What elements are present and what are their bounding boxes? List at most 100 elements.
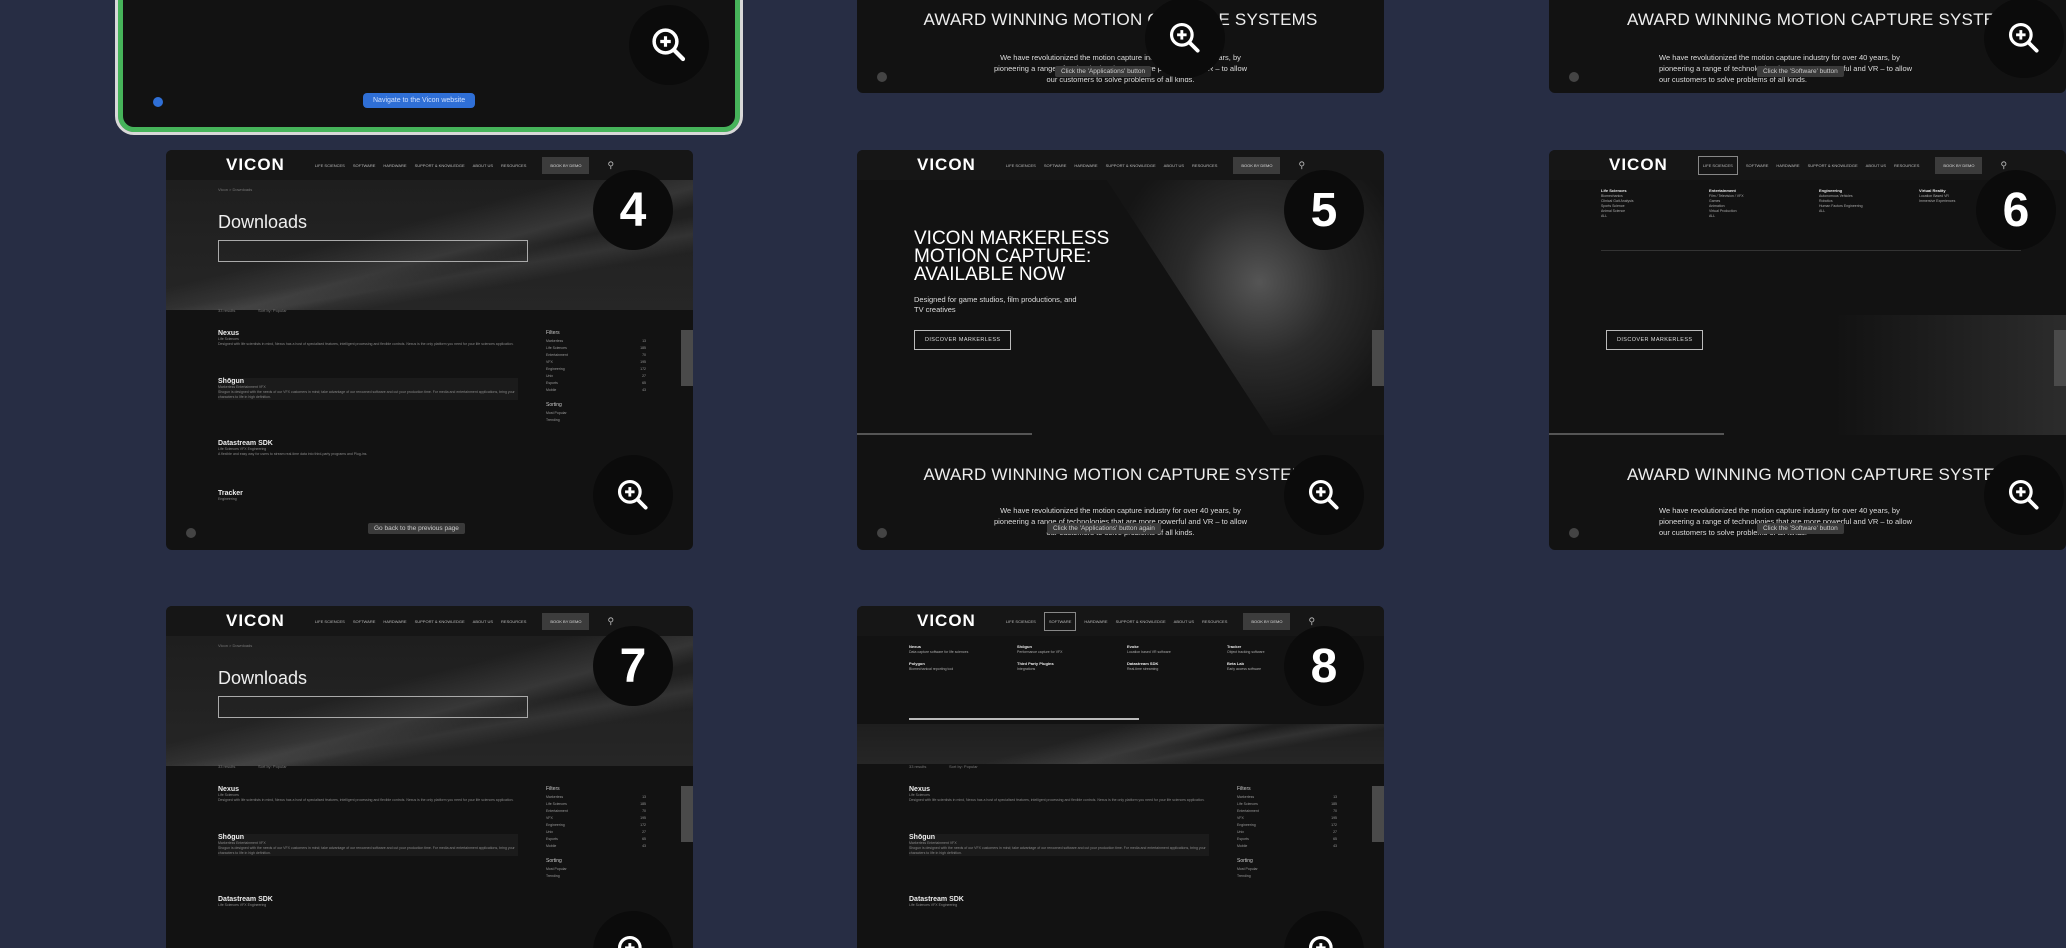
nav-item-active[interactable]: Software bbox=[1043, 611, 1077, 631]
demo-button[interactable]: Book By Demo bbox=[542, 612, 590, 630]
product-item[interactable]: Nexus Life Sciences Designed with life s… bbox=[218, 786, 518, 803]
filter-option[interactable]: Esports 65 bbox=[546, 381, 646, 385]
zoom-in-button[interactable] bbox=[629, 5, 709, 85]
nav-item[interactable]: About Us bbox=[1866, 163, 1886, 168]
filter-option[interactable]: Unix 27 bbox=[546, 374, 646, 378]
screenshot-card-6[interactable]: VICON Life Sciences Software Hardware Su… bbox=[1549, 150, 2066, 550]
megamenu-link[interactable]: Early access software bbox=[1227, 667, 1265, 672]
filter-option[interactable]: VFX 195 bbox=[1237, 816, 1337, 820]
zoom-in-button[interactable] bbox=[593, 455, 673, 535]
sorting-option[interactable]: Trending bbox=[546, 418, 646, 422]
megamenu-link[interactable]: Object tracking software bbox=[1227, 650, 1265, 655]
megamenu-column[interactable]: Virtual Reality Location Based VR Immers… bbox=[1919, 188, 1955, 204]
megamenu-link[interactable]: Location based VR software bbox=[1127, 650, 1171, 655]
filter-option[interactable]: Life Sciences 185 bbox=[1237, 802, 1337, 806]
nav-item[interactable]: Software bbox=[353, 163, 376, 168]
nav-item[interactable]: About Us bbox=[473, 163, 493, 168]
megamenu-column[interactable]: Tracker Object tracking software Beta La… bbox=[1227, 644, 1265, 672]
get-in-touch-tab[interactable] bbox=[1372, 330, 1384, 386]
zoom-in-button[interactable] bbox=[1145, 0, 1225, 78]
filter-option[interactable]: Mobile 43 bbox=[1237, 844, 1337, 848]
megamenu-column[interactable]: Nexus Data capture software for life sci… bbox=[909, 644, 968, 672]
discover-markerless-button[interactable]: Discover Markerless bbox=[1606, 330, 1704, 350]
search-input[interactable] bbox=[218, 696, 528, 718]
nav-item[interactable]: Life Sciences bbox=[1006, 163, 1036, 168]
zoom-in-button[interactable] bbox=[1984, 0, 2064, 78]
get-in-touch-tab[interactable] bbox=[1372, 786, 1384, 842]
nav-item[interactable]: Resources bbox=[501, 163, 526, 168]
megamenu-link[interactable]: ALL bbox=[1819, 209, 1863, 214]
nav-item[interactable]: Support & Knowledge bbox=[415, 619, 465, 624]
megamenu-link[interactable]: Human Factors Engineering bbox=[1819, 204, 1863, 209]
zoom-in-button[interactable] bbox=[1284, 911, 1364, 948]
product-item[interactable]: Datastream SDK Life Sciences VFX Enginee… bbox=[218, 440, 518, 457]
sorting-option[interactable]: Trending bbox=[546, 874, 646, 878]
nav-item[interactable]: Hardware bbox=[1084, 619, 1107, 624]
screenshot-card-5[interactable]: VICON Life Sciences Software Hardware Su… bbox=[857, 150, 1384, 550]
nav-item[interactable]: Hardware bbox=[383, 619, 406, 624]
zoom-in-button[interactable] bbox=[1984, 455, 2064, 535]
nav-item[interactable]: Support & Knowledge bbox=[415, 163, 465, 168]
get-in-touch-tab[interactable] bbox=[681, 330, 693, 386]
megamenu-link[interactable]: Real-time streaming bbox=[1127, 667, 1171, 672]
nav-item[interactable]: Resources bbox=[1192, 163, 1217, 168]
zoom-in-button[interactable] bbox=[593, 911, 673, 948]
product-item[interactable]: Shōgun Markerless Entertainment VFX Shog… bbox=[218, 378, 518, 400]
filter-option[interactable]: Engineering 172 bbox=[1237, 823, 1337, 827]
megamenu-link[interactable]: Performance capture for VFX bbox=[1017, 650, 1063, 655]
filter-option[interactable]: VFX 195 bbox=[546, 816, 646, 820]
filter-option[interactable]: Esports 65 bbox=[546, 837, 646, 841]
screenshot-card-3[interactable]: AWARD WINNING MOTION CAPTURE SYSTEMS We … bbox=[1549, 0, 2066, 93]
nav-item-active[interactable]: Life Sciences bbox=[1697, 155, 1738, 175]
filter-option[interactable]: Esports 65 bbox=[1237, 837, 1337, 841]
sorting-option[interactable]: Trending bbox=[1237, 874, 1337, 878]
product-item[interactable]: Shōgun Markerless Entertainment VFX Shog… bbox=[909, 834, 1209, 856]
sorting-option[interactable]: Most Popular bbox=[546, 867, 646, 871]
product-item[interactable]: Tracker Engineering bbox=[218, 490, 518, 502]
filter-option[interactable]: Unix 27 bbox=[546, 830, 646, 834]
megamenu-link[interactable]: Data capture software for life sciences bbox=[909, 650, 968, 655]
nav-item[interactable]: About Us bbox=[1174, 619, 1194, 624]
product-item[interactable]: Datastream SDK Life Sciences VFX Enginee… bbox=[218, 896, 518, 908]
megamenu-column[interactable]: Entertainment Film / Television / VFX Ga… bbox=[1709, 188, 1744, 219]
product-item[interactable]: Shōgun Markerless Entertainment VFX Shog… bbox=[218, 834, 518, 856]
nav-item[interactable]: About Us bbox=[1164, 163, 1184, 168]
filter-option[interactable]: Markerless 13 bbox=[546, 339, 646, 343]
search-icon[interactable]: ⚲ bbox=[2000, 160, 2007, 171]
nav-item[interactable]: About Us bbox=[473, 619, 493, 624]
zoom-in-button[interactable] bbox=[1284, 455, 1364, 535]
screenshot-card-2[interactable]: AWARD WINNING MOTION CAPTURE SYSTEMS We … bbox=[857, 0, 1384, 93]
filter-option[interactable]: Life Sciences 185 bbox=[546, 346, 646, 350]
megamenu-column[interactable]: Engineering Autonomous Vehicles Robotics… bbox=[1819, 188, 1863, 214]
nav-item[interactable]: Life Sciences bbox=[1006, 619, 1036, 624]
nav-item[interactable]: Hardware bbox=[383, 163, 406, 168]
filter-option[interactable]: Mobile 43 bbox=[546, 388, 646, 392]
demo-button[interactable]: Book By Demo bbox=[1233, 156, 1281, 174]
demo-button[interactable]: Book By Demo bbox=[1243, 612, 1291, 630]
filter-option[interactable]: Mobile 43 bbox=[546, 844, 646, 848]
megamenu-link[interactable]: Biomechanical reporting tool bbox=[909, 667, 968, 672]
navigate-website-button[interactable]: Navigate to the Vicon website bbox=[363, 93, 476, 108]
nav-item[interactable]: Software bbox=[353, 619, 376, 624]
screenshot-card-8[interactable]: VICON Life Sciences Software Hardware Su… bbox=[857, 606, 1384, 948]
nav-item[interactable]: Software bbox=[1746, 163, 1769, 168]
megamenu-link[interactable]: ALL bbox=[1601, 214, 1633, 219]
nav-item[interactable]: Hardware bbox=[1074, 163, 1097, 168]
nav-item[interactable]: Support & Knowledge bbox=[1116, 619, 1166, 624]
megamenu-column[interactable]: Evoke Location based VR software Datastr… bbox=[1127, 644, 1171, 672]
filter-option[interactable]: Entertainment 70 bbox=[546, 353, 646, 357]
search-icon[interactable]: ⚲ bbox=[1308, 616, 1315, 627]
nav-item[interactable]: Resources bbox=[1894, 163, 1919, 168]
nav-item[interactable]: Life Sciences bbox=[315, 163, 345, 168]
search-icon[interactable]: ⚲ bbox=[607, 160, 614, 171]
megamenu-link[interactable]: Immersive Experiences bbox=[1919, 199, 1955, 204]
search-icon[interactable]: ⚲ bbox=[1298, 160, 1305, 171]
get-in-touch-tab[interactable] bbox=[2054, 330, 2066, 386]
nav-item[interactable]: Life Sciences bbox=[315, 619, 345, 624]
nav-item[interactable]: Support & Knowledge bbox=[1808, 163, 1858, 168]
screenshot-card-1[interactable]: Navigate to the Vicon website bbox=[115, 0, 743, 135]
megamenu-link[interactable]: ALL bbox=[1709, 214, 1744, 219]
product-item[interactable]: Datastream SDK Life Sciences VFX Enginee… bbox=[909, 896, 1209, 908]
filter-option[interactable]: Entertainment 70 bbox=[546, 809, 646, 813]
discover-markerless-button[interactable]: Discover Markerless bbox=[914, 330, 1012, 350]
